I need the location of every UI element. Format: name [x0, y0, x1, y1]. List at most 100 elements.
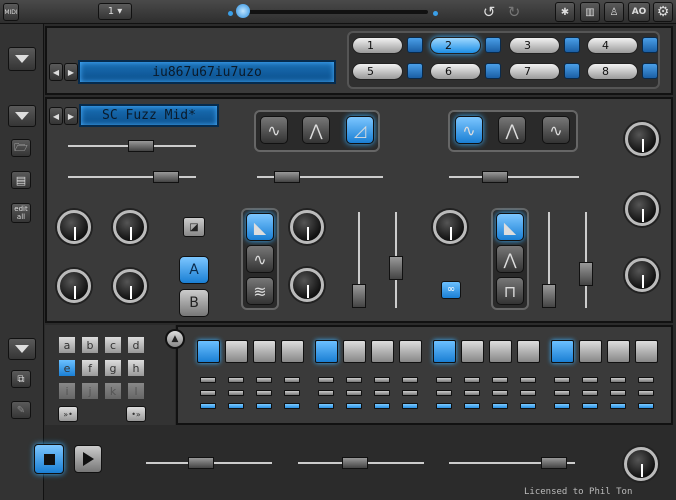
step-button[interactable]: [551, 340, 574, 363]
step-param-button[interactable]: [284, 390, 300, 396]
bottom-slider-3[interactable]: [449, 457, 575, 469]
step-param-button[interactable]: [464, 390, 480, 396]
step-param-button[interactable]: [374, 377, 390, 383]
step-param-button[interactable]: [520, 403, 536, 409]
step-param-button[interactable]: [284, 403, 300, 409]
patch-name-display[interactable]: SC Fuzz Mid*: [79, 104, 219, 127]
step-param-button[interactable]: [256, 403, 272, 409]
step-param-button[interactable]: [200, 403, 216, 409]
speaker-icon[interactable]: [564, 37, 580, 53]
step-param-button[interactable]: [492, 390, 508, 396]
next-pattern-button[interactable]: •»: [126, 406, 146, 422]
knob-2[interactable]: [113, 210, 147, 244]
slider-thumb[interactable]: [128, 140, 154, 152]
step-param-button[interactable]: [284, 377, 300, 383]
slider-thumb[interactable]: [352, 284, 366, 308]
step-param-button[interactable]: [610, 390, 626, 396]
step-param-button[interactable]: [346, 403, 362, 409]
redo-icon[interactable]: ↻: [505, 3, 523, 21]
step-param-button[interactable]: [318, 403, 334, 409]
step-param-button[interactable]: [436, 377, 452, 383]
slider-3[interactable]: [257, 171, 383, 183]
next-preset-button[interactable]: ▶: [64, 63, 78, 81]
prev-patch-button[interactable]: ◀: [49, 107, 63, 125]
position-thumb[interactable]: [236, 4, 250, 18]
step-param-button[interactable]: [402, 377, 418, 383]
slider-thumb[interactable]: [542, 284, 556, 308]
step-param-button[interactable]: [346, 390, 362, 396]
slider-thumb[interactable]: [188, 457, 214, 469]
vslider-4[interactable]: [579, 212, 593, 308]
step-button[interactable]: [489, 340, 512, 363]
bank-button-7[interactable]: 7: [509, 63, 560, 80]
step-param-button[interactable]: [318, 390, 334, 396]
slider-thumb[interactable]: [274, 171, 300, 183]
vslider-1[interactable]: [352, 212, 366, 308]
step-param-button[interactable]: [638, 377, 654, 383]
ao-icon[interactable]: AO: [628, 2, 650, 22]
step-button[interactable]: [607, 340, 630, 363]
bank-button-6[interactable]: 6: [430, 63, 481, 80]
save-icon[interactable]: ▤: [11, 171, 31, 189]
sine-wave-button-2[interactable]: ∿: [455, 116, 483, 144]
slider-2[interactable]: [68, 171, 196, 183]
bank-button-2[interactable]: 2: [430, 37, 481, 54]
sine-wave-button[interactable]: ∿: [260, 116, 288, 144]
step-button[interactable]: [225, 340, 248, 363]
speaker-icon[interactable]: [485, 37, 501, 53]
slider-1[interactable]: [68, 140, 196, 152]
speaker-icon[interactable]: [642, 37, 658, 53]
knob-3[interactable]: [57, 269, 91, 303]
pattern-l-button[interactable]: l: [127, 382, 145, 400]
step-param-button[interactable]: [520, 377, 536, 383]
step-button[interactable]: [461, 340, 484, 363]
step-param-button[interactable]: [520, 390, 536, 396]
step-button[interactable]: [579, 340, 602, 363]
step-param-button[interactable]: [582, 390, 598, 396]
env2-shape-2[interactable]: ⋀: [496, 245, 524, 273]
palette-icon[interactable]: ✱: [555, 2, 575, 22]
step-param-button[interactable]: [374, 403, 390, 409]
slider-thumb[interactable]: [389, 256, 403, 280]
step-param-button[interactable]: [610, 403, 626, 409]
step-button[interactable]: [253, 340, 276, 363]
knob-5[interactable]: [290, 210, 324, 244]
speaker-icon[interactable]: [642, 63, 658, 79]
step-button[interactable]: [281, 340, 304, 363]
knob-6[interactable]: [290, 268, 324, 302]
step-button[interactable]: [197, 340, 220, 363]
a-button[interactable]: A: [179, 256, 209, 284]
pattern-g-button[interactable]: g: [104, 359, 122, 377]
tuner-icon[interactable]: ♙: [604, 2, 624, 22]
b-button[interactable]: B: [179, 289, 209, 317]
step-param-button[interactable]: [374, 390, 390, 396]
saw-wave-button[interactable]: ⋀: [302, 116, 330, 144]
step-param-button[interactable]: [256, 377, 272, 383]
slider-4[interactable]: [449, 171, 579, 183]
edit-icon[interactable]: ✎: [11, 401, 31, 419]
bank-button-3[interactable]: 3: [509, 37, 560, 54]
step-param-button[interactable]: [582, 377, 598, 383]
speaker-icon[interactable]: [407, 63, 423, 79]
pattern-f-button[interactable]: f: [81, 359, 99, 377]
step-param-button[interactable]: [318, 377, 334, 383]
step-param-button[interactable]: [554, 390, 570, 396]
step-param-button[interactable]: [436, 403, 452, 409]
pattern-d-button[interactable]: d: [127, 336, 145, 354]
vslider-3[interactable]: [542, 212, 556, 308]
pattern-i-button[interactable]: i: [58, 382, 76, 400]
env1-shape-2[interactable]: ∿: [246, 245, 274, 273]
pattern-k-button[interactable]: k: [104, 382, 122, 400]
pattern-e-button[interactable]: e: [58, 359, 76, 377]
knob-10[interactable]: [625, 258, 659, 292]
step-param-button[interactable]: [492, 403, 508, 409]
midi-button[interactable]: MIDI: [3, 3, 19, 21]
pattern-b-button[interactable]: b: [81, 336, 99, 354]
knob-8[interactable]: [625, 122, 659, 156]
knob-9[interactable]: [625, 192, 659, 226]
step-param-button[interactable]: [638, 403, 654, 409]
speaker-icon[interactable]: [485, 63, 501, 79]
saw-wave-button-2[interactable]: ∿: [542, 116, 570, 144]
pattern-a-button[interactable]: a: [58, 336, 76, 354]
master-knob[interactable]: [624, 447, 658, 481]
